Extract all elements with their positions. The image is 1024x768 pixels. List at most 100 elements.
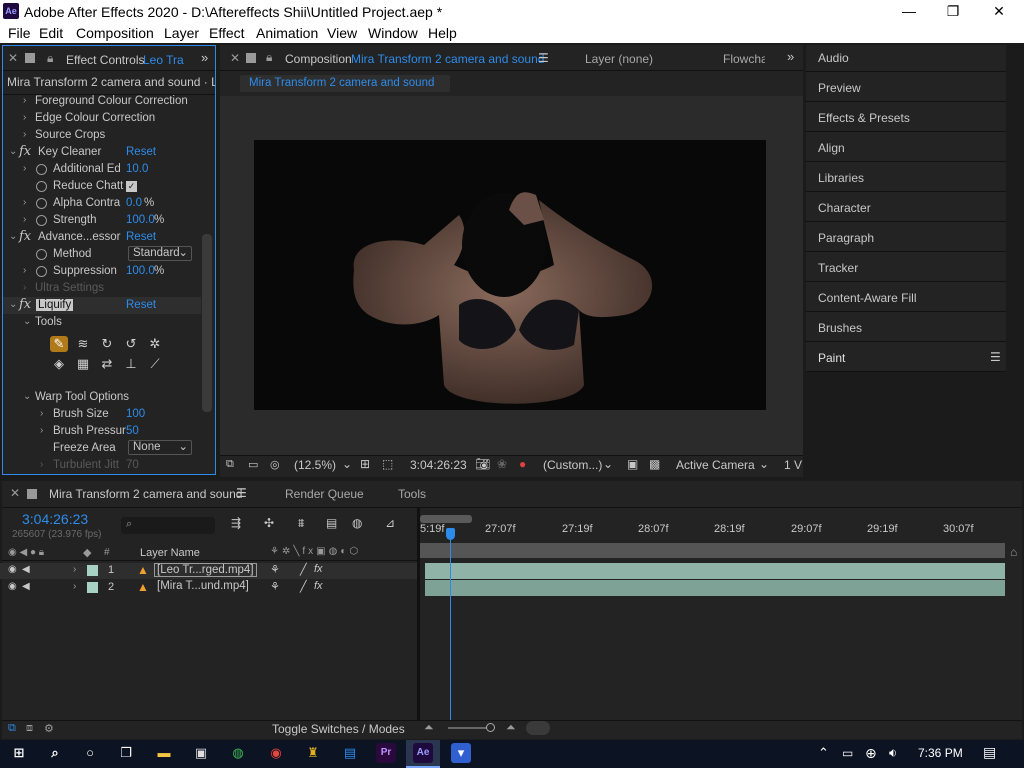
tools-tab[interactable]: Tools bbox=[398, 487, 426, 501]
chevron-down-icon[interactable]: ⌄ bbox=[759, 457, 769, 471]
playhead-handle[interactable] bbox=[446, 528, 455, 540]
resolution-dropdown[interactable]: (Custom...) bbox=[543, 458, 602, 472]
draft-3d-icon[interactable]: ✣ bbox=[264, 516, 274, 530]
toggle-switches-modes[interactable]: Toggle Switches / Modes bbox=[272, 722, 405, 736]
twirl-counterclockwise-tool-icon[interactable]: ↺ bbox=[122, 336, 140, 352]
fx-tools[interactable]: ⌄ Tools bbox=[3, 314, 201, 331]
panel-character[interactable]: Character bbox=[818, 201, 871, 215]
menu-edit[interactable]: Edit bbox=[39, 25, 63, 41]
menu-window[interactable]: Window bbox=[368, 25, 418, 41]
menu-help[interactable]: Help bbox=[428, 25, 457, 41]
label-color-swatch[interactable] bbox=[87, 565, 98, 576]
panel-menu-icon[interactable] bbox=[246, 53, 256, 63]
fx-alpha-contrast[interactable]: › Alpha Contra 0.0% bbox=[3, 195, 201, 212]
menu-animation[interactable]: Animation bbox=[256, 25, 318, 41]
menu-view[interactable]: View bbox=[327, 25, 357, 41]
panel-content-aware-fill[interactable]: Content-Aware Fill bbox=[818, 291, 916, 305]
lock-icon[interactable]: 🔒︎ bbox=[266, 50, 272, 65]
fx-brush-size[interactable]: › Brush Size 100 bbox=[3, 406, 201, 423]
composition-tab-prefix[interactable]: Composition bbox=[285, 52, 352, 66]
panel-menu-icon[interactable] bbox=[25, 53, 35, 63]
effect-controls-tab-label[interactable]: Effect Controls bbox=[66, 53, 144, 67]
lock-icon[interactable]: 🔒︎ bbox=[47, 51, 53, 66]
menu-effect[interactable]: Effect bbox=[209, 25, 245, 41]
layer-name[interactable]: [Mira T...und.mp4] bbox=[157, 580, 249, 592]
mask-view-icon[interactable]: ◎ bbox=[270, 458, 280, 471]
show-hidden-icons[interactable]: ⌃ bbox=[818, 745, 829, 761]
fx-edge-colour-correction[interactable]: › Edge Colour Correction bbox=[3, 110, 201, 127]
transfer-controls-icon[interactable]: ⧈ bbox=[26, 722, 33, 735]
menu-composition[interactable]: Composition bbox=[76, 25, 154, 41]
panel-overflow-icon[interactable]: » bbox=[787, 49, 794, 64]
current-time-display[interactable]: 3:04:26:23 bbox=[410, 458, 467, 472]
maximize-button[interactable]: ❐ bbox=[930, 0, 976, 23]
fast-previews-icon[interactable]: ▣ bbox=[627, 457, 638, 471]
grid-guides-icon[interactable]: ⊞ bbox=[360, 457, 370, 471]
chrome-icon[interactable]: ◉ bbox=[265, 742, 287, 764]
layer-row-2[interactable]: ◉ ◀ › 2 ▲ [Mira T...und.mp4] ⚘ ╱ fx bbox=[0, 580, 417, 596]
comp-marker-icon[interactable]: ⌂ bbox=[1010, 545, 1017, 559]
always-preview-icon[interactable]: ⧉ bbox=[226, 458, 234, 471]
fx-turbulent-jitter[interactable]: › Turbulent Jitt 70 bbox=[3, 457, 201, 472]
xbox-icon[interactable]: ◍ bbox=[227, 742, 249, 764]
magnification-dropdown[interactable]: (12.5%) bbox=[294, 458, 336, 472]
in-out-icon[interactable]: ⚙ bbox=[44, 722, 54, 735]
freeze-area-dropdown[interactable]: None ⌄ bbox=[128, 440, 192, 455]
zoom-slider[interactable] bbox=[448, 727, 490, 729]
composition-tab-name[interactable]: Mira Transform 2 camera and sound bbox=[351, 52, 544, 66]
fx-suppression[interactable]: › Suppression 100.0% bbox=[3, 263, 201, 280]
twirl-clockwise-tool-icon[interactable]: ↻ bbox=[98, 336, 116, 352]
volume-icon[interactable]: 🔉︎ bbox=[889, 745, 897, 761]
reconstruction-tool-icon[interactable]: ⟋ bbox=[146, 356, 164, 372]
turbulence-tool-icon[interactable]: ≋ bbox=[74, 336, 92, 352]
layer-2-track[interactable] bbox=[425, 580, 1005, 596]
video-frame[interactable] bbox=[254, 140, 766, 410]
layer-name-header[interactable]: Layer Name bbox=[140, 547, 200, 559]
fx-liquify[interactable]: ⌄ fx Liquify Reset bbox=[3, 297, 201, 314]
playhead-line[interactable] bbox=[450, 528, 451, 720]
audio-icon[interactable]: ◀ bbox=[22, 581, 30, 592]
composition-breadcrumb[interactable]: Mira Transform 2 camera and sound bbox=[240, 75, 450, 92]
motion-blur-icon[interactable]: ◍ bbox=[352, 516, 362, 530]
panel-effects-presets[interactable]: Effects & Presets bbox=[818, 111, 910, 125]
shy-switch-icon[interactable]: ⚘ bbox=[270, 580, 280, 593]
hamburger-menu-icon[interactable]: ☰ bbox=[236, 486, 247, 500]
camera-view-dropdown[interactable]: Active Camera bbox=[676, 458, 755, 472]
close-tab-icon[interactable]: ✕ bbox=[230, 51, 240, 65]
premiere-pro-icon[interactable]: Pr bbox=[376, 743, 396, 763]
search-input[interactable]: ⌕ bbox=[121, 517, 215, 534]
fx-switch-icon[interactable]: fx bbox=[314, 580, 323, 592]
fx-foreground-colour-correction[interactable]: › Foreground Colour Correction bbox=[3, 93, 201, 110]
panel-audio[interactable]: Audio bbox=[818, 51, 849, 65]
hamburger-menu-icon[interactable]: ☰ bbox=[538, 51, 549, 65]
close-tab-icon[interactable]: ✕ bbox=[10, 486, 20, 500]
panel-overflow-icon[interactable]: » bbox=[201, 50, 208, 65]
zoom-in-icon[interactable]: ⏶ bbox=[506, 720, 516, 735]
panel-menu-icon[interactable] bbox=[27, 489, 37, 499]
clock-time[interactable]: 7:36 PM bbox=[918, 746, 963, 760]
fx-advanced-spill-suppressor[interactable]: ⌄ fx Advance...essor Reset bbox=[3, 229, 201, 246]
transparency-grid-icon[interactable]: ▩ bbox=[649, 457, 660, 471]
expand-arrow-icon[interactable]: › bbox=[73, 564, 76, 575]
fx-reduce-chatter[interactable]: Reduce Chatt ✓ bbox=[3, 178, 201, 195]
quality-switch-icon[interactable]: ╱ bbox=[300, 580, 307, 593]
photos-icon[interactable]: ▤ bbox=[339, 742, 361, 764]
graph-editor-icon[interactable]: ⊿ bbox=[385, 516, 395, 530]
fx-additional-edge[interactable]: › Additional Ed 10.0 bbox=[3, 161, 201, 178]
flowchart-tab[interactable]: Flowcha bbox=[723, 52, 765, 66]
monitor-icon[interactable]: ▭ bbox=[248, 458, 258, 471]
chevron-down-icon[interactable]: ⌄ bbox=[342, 457, 352, 471]
fx-source-crops[interactable]: › Source Crops bbox=[3, 127, 201, 144]
method-dropdown[interactable]: Standard ⌄ bbox=[128, 246, 192, 261]
layer-1-track[interactable] bbox=[425, 563, 1005, 579]
comp-flowchart-icon[interactable]: ⇶ bbox=[231, 516, 241, 530]
timeline-tab[interactable]: Mira Transform 2 camera and sound bbox=[49, 487, 242, 501]
chevron-down-icon[interactable]: ⌄ bbox=[603, 457, 613, 471]
fx-switch-icon[interactable]: fx bbox=[314, 563, 323, 575]
menu-file[interactable]: File bbox=[8, 25, 31, 41]
windows-start-icon[interactable]: ⊞ bbox=[8, 742, 30, 764]
zoom-out-icon[interactable]: ⏶ bbox=[424, 720, 434, 735]
layer-switches-icon[interactable]: ⧉ bbox=[8, 722, 16, 735]
panel-paint[interactable]: Paint bbox=[818, 351, 845, 365]
warp-tool-icon[interactable]: ✎ bbox=[50, 336, 68, 352]
